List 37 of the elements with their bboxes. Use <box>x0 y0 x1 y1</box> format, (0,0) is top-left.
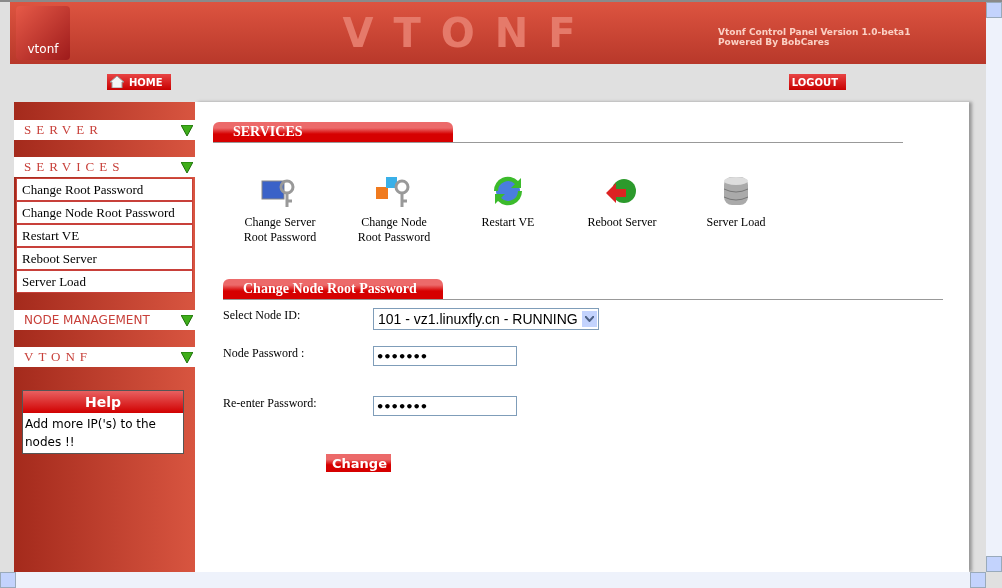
nav-button[interactable]: LOGOUT <box>788 74 846 90</box>
menu-item[interactable]: Reboot Server <box>17 248 192 269</box>
section-header[interactable]: SERVICES <box>14 157 195 177</box>
password-field[interactable]: ••••••• <box>373 396 517 416</box>
field-label: Select Node ID: <box>223 308 302 323</box>
password-field[interactable]: ••••••• <box>373 346 517 366</box>
menu-item[interactable]: Change Root Password <box>17 179 192 200</box>
help-title: Help <box>23 391 183 413</box>
menu-item[interactable]: Server Load <box>17 271 192 292</box>
service-link[interactable]: Change Node Root Password <box>351 173 437 245</box>
section-header[interactable]: NODE MANAGEMENT <box>14 310 195 330</box>
triangle-icon <box>181 124 193 136</box>
field-label: Node Password : <box>223 346 306 361</box>
triangle-icon <box>181 161 193 173</box>
section-header[interactable]: SERVER <box>14 120 195 140</box>
vertical-scrollbar[interactable] <box>986 2 1002 572</box>
triangle-icon <box>181 351 193 363</box>
triangle-icon <box>181 314 193 326</box>
version-text: Vtonf Control Panel Version 1.0-beta1 <box>718 27 912 37</box>
service-link[interactable]: Restart VE <box>465 173 551 245</box>
house-icon <box>110 76 124 88</box>
menu-item[interactable]: Restart VE <box>17 225 192 246</box>
field-label: Re-enter Password: <box>223 396 318 411</box>
logo: vtonf <box>16 6 70 60</box>
service-link[interactable]: Change Server Root Password <box>237 173 323 245</box>
change-button[interactable]: Change <box>326 454 391 472</box>
caret-icon <box>584 316 594 322</box>
service-link[interactable]: Reboot Server <box>579 173 665 245</box>
powered-by-text: Powered By BobCares <box>718 37 831 47</box>
site-title: VTONF <box>341 10 597 56</box>
service-link[interactable]: Server Load <box>693 173 779 245</box>
section-header[interactable]: VTONF <box>14 347 195 367</box>
home-button[interactable]: HOME <box>107 74 171 90</box>
node-select[interactable]: 101 - vz1.linuxfly.cn - RUNNING <box>373 308 599 330</box>
help-text: Add more IP('s) to the nodes !! <box>24 416 157 451</box>
horizontal-scrollbar[interactable] <box>0 572 986 588</box>
menu-item[interactable]: Change Node Root Password <box>17 202 192 223</box>
